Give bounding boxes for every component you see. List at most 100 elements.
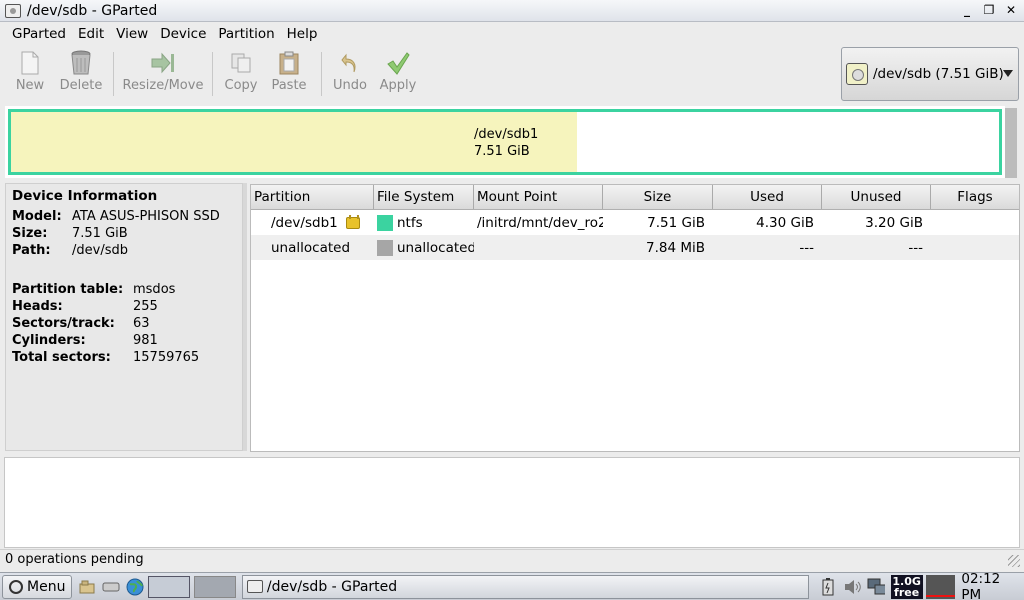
gparted-task-icon [246, 580, 263, 593]
minimize-icon[interactable]: _ [960, 3, 974, 17]
title-bar: /dev/sdb - GParted _ ❐ ✕ [0, 0, 1024, 22]
menu-partition[interactable]: Partition [212, 26, 280, 42]
menu-gparted[interactable]: GParted [6, 26, 72, 42]
resize-grip-icon[interactable] [1008, 555, 1020, 567]
drive-icon[interactable] [102, 578, 120, 596]
device-information-panel: Device Information Model: ATA ASUS-PHISON… [5, 183, 243, 451]
menu-device[interactable]: Device [154, 26, 212, 42]
paste-button[interactable]: Paste [263, 46, 315, 100]
partition-block-size: 7.51 GiB [474, 144, 530, 159]
checkmark-icon [384, 50, 412, 76]
new-label: New [15, 78, 45, 93]
toolbar-separator [321, 52, 322, 96]
col-mount-point[interactable]: Mount Point [474, 185, 603, 209]
col-used[interactable]: Used [713, 185, 822, 209]
hard-disk-icon [846, 63, 868, 85]
table-header: Partition File System Mount Point Size U… [251, 185, 1019, 210]
size-key: Size: [12, 226, 48, 241]
cell-unused: --- [908, 239, 923, 256]
device-selector-label: /dev/sdb (7.51 GiB) [873, 66, 1004, 82]
undo-button[interactable]: Undo [328, 46, 372, 100]
file-manager-icon[interactable] [78, 578, 96, 596]
resize-move-label: Resize/Move [122, 78, 204, 93]
copy-icon [227, 50, 255, 76]
paste-label: Paste [271, 78, 307, 93]
path-key: Path: [12, 243, 51, 258]
delete-label: Delete [59, 78, 103, 93]
desktop-pager-1[interactable] [148, 575, 191, 598]
free-memory-indicator: 1.0G free [890, 574, 923, 599]
col-file-system[interactable]: File System [374, 185, 474, 209]
menu-logo-icon [9, 579, 23, 594]
status-bar: 0 operations pending [0, 549, 1024, 569]
undo-icon [336, 50, 364, 76]
network-icon[interactable] [867, 578, 885, 596]
col-flags[interactable]: Flags [931, 185, 1019, 209]
battery-icon[interactable] [819, 577, 837, 596]
sectors-track-value: 63 [133, 316, 150, 331]
taskbar-window-gparted[interactable]: /dev/sdb - GParted [241, 574, 809, 599]
start-menu-label: Menu [27, 578, 66, 595]
free-memory-label: free [894, 585, 920, 599]
partition-table-value: msdos [133, 282, 176, 297]
cell-file-system: unallocated [374, 239, 474, 256]
cell-used: 4.30 GiB [756, 214, 814, 231]
toolbar-separator [212, 52, 213, 96]
model-value: ATA ASUS-PHISON SSD [72, 209, 220, 224]
status-text: 0 operations pending [5, 552, 144, 567]
heads-key: Heads: [12, 299, 63, 314]
cylinders-value: 981 [133, 333, 158, 348]
panel-splitter[interactable] [243, 183, 247, 451]
device-selector[interactable]: /dev/sdb (7.51 GiB) [841, 47, 1019, 101]
resize-move-icon [149, 50, 177, 76]
cell-unused: 3.20 GiB [865, 214, 923, 231]
apply-button[interactable]: Apply [372, 46, 424, 100]
new-file-icon [16, 50, 44, 76]
graph-scrollbar[interactable] [1005, 108, 1017, 178]
cell-size: 7.84 MiB [645, 239, 705, 256]
path-value: /dev/sdb [72, 243, 128, 258]
menu-edit[interactable]: Edit [72, 26, 110, 42]
close-icon[interactable]: ✕ [1004, 3, 1018, 17]
cell-file-system: ntfs [374, 214, 474, 231]
table-row[interactable]: /dev/sdb1 ntfs /initrd/mnt/dev_ro2 7.51 … [251, 210, 1019, 235]
cell-partition: unallocated [271, 239, 351, 256]
cell-partition: /dev/sdb1 [251, 214, 374, 231]
partition-block-label: /dev/sdb1 7.51 GiB [474, 126, 538, 160]
unallocated-color-swatch [377, 239, 393, 256]
menu-view[interactable]: View [110, 26, 154, 42]
cell-used: --- [799, 239, 814, 256]
copy-label: Copy [224, 78, 258, 93]
delete-button[interactable]: Delete [55, 46, 107, 100]
lock-icon [345, 214, 360, 229]
col-unused[interactable]: Unused [822, 185, 931, 209]
cpu-monitor-graph [925, 574, 956, 599]
globe-icon[interactable] [126, 578, 144, 596]
fs-name: unallocated [397, 239, 474, 256]
desktop-pager-2[interactable] [194, 575, 236, 598]
menu-help[interactable]: Help [281, 26, 324, 42]
taskbar: Menu /dev/sdb - GParted 1.0G free 02:12 … [0, 571, 1024, 600]
new-button[interactable]: New [5, 46, 55, 100]
partition-table-key: Partition table: [12, 282, 124, 297]
maximize-icon[interactable]: ❐ [982, 3, 996, 17]
table-row[interactable]: unallocated unallocated 7.84 MiB --- --- [251, 235, 1019, 260]
partition-block-sdb1[interactable]: /dev/sdb1 7.51 GiB [8, 109, 1002, 175]
undo-label: Undo [333, 78, 367, 93]
taskbar-window-label: /dev/sdb - GParted [266, 578, 398, 595]
menu-bar: GParted Edit View Device Partition Help [0, 23, 1024, 45]
heads-value: 255 [133, 299, 158, 314]
free-memory-amount: 1.0G [892, 574, 921, 588]
pending-operations-pane[interactable] [4, 457, 1020, 548]
device-info-heading: Device Information [12, 188, 158, 204]
volume-icon[interactable] [843, 578, 861, 596]
col-partition[interactable]: Partition [251, 185, 374, 209]
start-menu-button[interactable]: Menu [2, 574, 73, 599]
resize-move-button[interactable]: Resize/Move [120, 46, 206, 100]
partition-graph: /dev/sdb1 7.51 GiB [5, 106, 1005, 178]
copy-button[interactable]: Copy [219, 46, 263, 100]
clock[interactable]: 02:12 PM [961, 571, 1024, 600]
model-key: Model: [12, 209, 62, 224]
col-size[interactable]: Size [603, 185, 713, 209]
ntfs-color-swatch [377, 214, 393, 231]
